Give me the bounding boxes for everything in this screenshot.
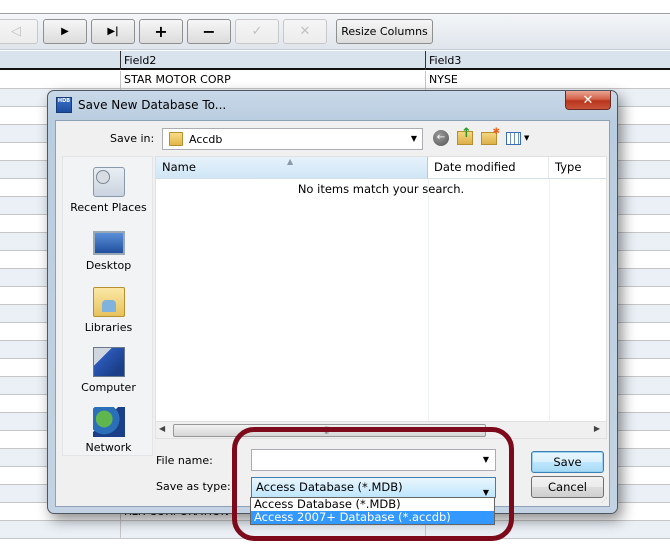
post-edit-button[interactable]: ✓	[235, 19, 279, 44]
column-divider	[428, 179, 429, 434]
up-folder-icon	[457, 126, 473, 145]
sort-ascending-icon: ▲	[287, 157, 294, 166]
x-icon: ✕	[299, 24, 311, 39]
network-icon	[92, 407, 125, 437]
place-desktop[interactable]: Desktop	[63, 225, 154, 285]
navigator-toolbar: ◁ ▶ ▶| + − ✓ ✕ Resize Columns	[0, 14, 670, 50]
check-icon: ✓	[251, 24, 263, 39]
file-list-header: Name ▲ Date modified Type	[156, 157, 606, 179]
save-in-value: Accdb	[189, 132, 223, 146]
empty-message: No items match your search.	[297, 182, 465, 196]
column-name[interactable]: Name ▲	[156, 157, 428, 178]
delete-record-button[interactable]: −	[187, 19, 231, 44]
back-icon: ←	[433, 130, 449, 146]
back-button[interactable]: ←	[432, 129, 450, 147]
view-menu-button[interactable]	[504, 129, 522, 147]
grid-header: Field2 Field3	[0, 51, 670, 70]
place-network[interactable]: Network	[63, 405, 154, 465]
app-icon: HDB	[56, 97, 72, 113]
cancel-button[interactable]: Cancel	[531, 476, 604, 498]
close-icon: ✕	[582, 92, 594, 108]
save-button[interactable]: Save	[531, 451, 604, 473]
file-list[interactable]: Name ▲ Date modified Type No items match…	[155, 156, 607, 439]
prev-icon: ◁	[11, 24, 21, 39]
scroll-left-icon[interactable]: ◀	[159, 424, 165, 433]
prev-record-button[interactable]: ◁	[0, 19, 38, 44]
nav-toolbar: ← ▼	[432, 126, 529, 147]
next-record-button[interactable]: ▶	[43, 19, 87, 44]
view-menu-icon	[505, 131, 521, 145]
dialog-title: Save New Database To...	[78, 98, 227, 112]
place-computer[interactable]: Computer	[63, 345, 154, 405]
save-in-label: Save in:	[110, 132, 155, 145]
column-divider	[549, 179, 550, 434]
save-as-type-label: Save as type:	[156, 480, 231, 493]
resize-columns-button[interactable]: Resize Columns	[336, 19, 433, 44]
column-header-field2[interactable]: Field2	[120, 51, 425, 70]
file-name-label: File name:	[156, 454, 213, 467]
last-record-button[interactable]: ▶|	[91, 19, 135, 44]
desktop-icon	[92, 231, 125, 255]
column-name-label: Name	[162, 160, 196, 174]
dialog-titlebar: HDB Save New Database To...	[56, 96, 226, 114]
place-label: Computer	[81, 381, 136, 394]
places-bar: Recent Places Desktop Libraries Computer…	[62, 156, 153, 456]
minus-icon: −	[202, 22, 216, 41]
place-libraries[interactable]: Libraries	[63, 285, 154, 345]
table-cell[interactable]: STAR MOTOR CORP	[120, 71, 425, 88]
app-top-strip	[0, 0, 670, 14]
highlight-annotation	[232, 427, 514, 541]
place-label: Recent Places	[70, 201, 147, 214]
libraries-icon	[92, 287, 125, 317]
resize-grip[interactable]: ⋰	[601, 497, 607, 504]
close-button[interactable]: ✕	[565, 91, 611, 110]
new-folder-icon	[481, 127, 500, 145]
place-label: Network	[85, 441, 132, 454]
table-cell[interactable]	[0, 521, 120, 538]
scroll-right-icon[interactable]: ▶	[594, 424, 600, 433]
place-label: Libraries	[84, 321, 133, 334]
up-folder-button[interactable]	[456, 126, 474, 147]
column-header-field3[interactable]: Field3	[425, 51, 670, 70]
place-recent-places[interactable]: Recent Places	[63, 165, 154, 225]
place-label: Desktop	[85, 259, 132, 272]
save-in-combo[interactable]: Accdb ▼	[162, 128, 423, 150]
skip-end-icon: ▶|	[107, 26, 119, 37]
plus-icon: +	[154, 22, 168, 41]
table-row[interactable]: STAR MOTOR CORP NYSE	[0, 71, 670, 89]
add-record-button[interactable]: +	[139, 19, 183, 44]
folder-icon	[169, 132, 183, 146]
cancel-edit-button[interactable]: ✕	[283, 19, 327, 44]
column-date-modified[interactable]: Date modified	[428, 157, 549, 178]
recent-places-icon	[92, 167, 125, 197]
play-icon: ▶	[61, 26, 69, 37]
table-cell[interactable]	[0, 71, 120, 88]
computer-icon	[92, 347, 125, 377]
view-dropdown-icon[interactable]: ▼	[524, 134, 529, 142]
table-cell[interactable]: NYSE	[425, 71, 670, 88]
chevron-down-icon: ▼	[410, 134, 417, 143]
column-header-field1[interactable]	[0, 51, 120, 70]
column-type[interactable]: Type	[549, 157, 606, 178]
new-folder-button[interactable]	[480, 127, 500, 147]
